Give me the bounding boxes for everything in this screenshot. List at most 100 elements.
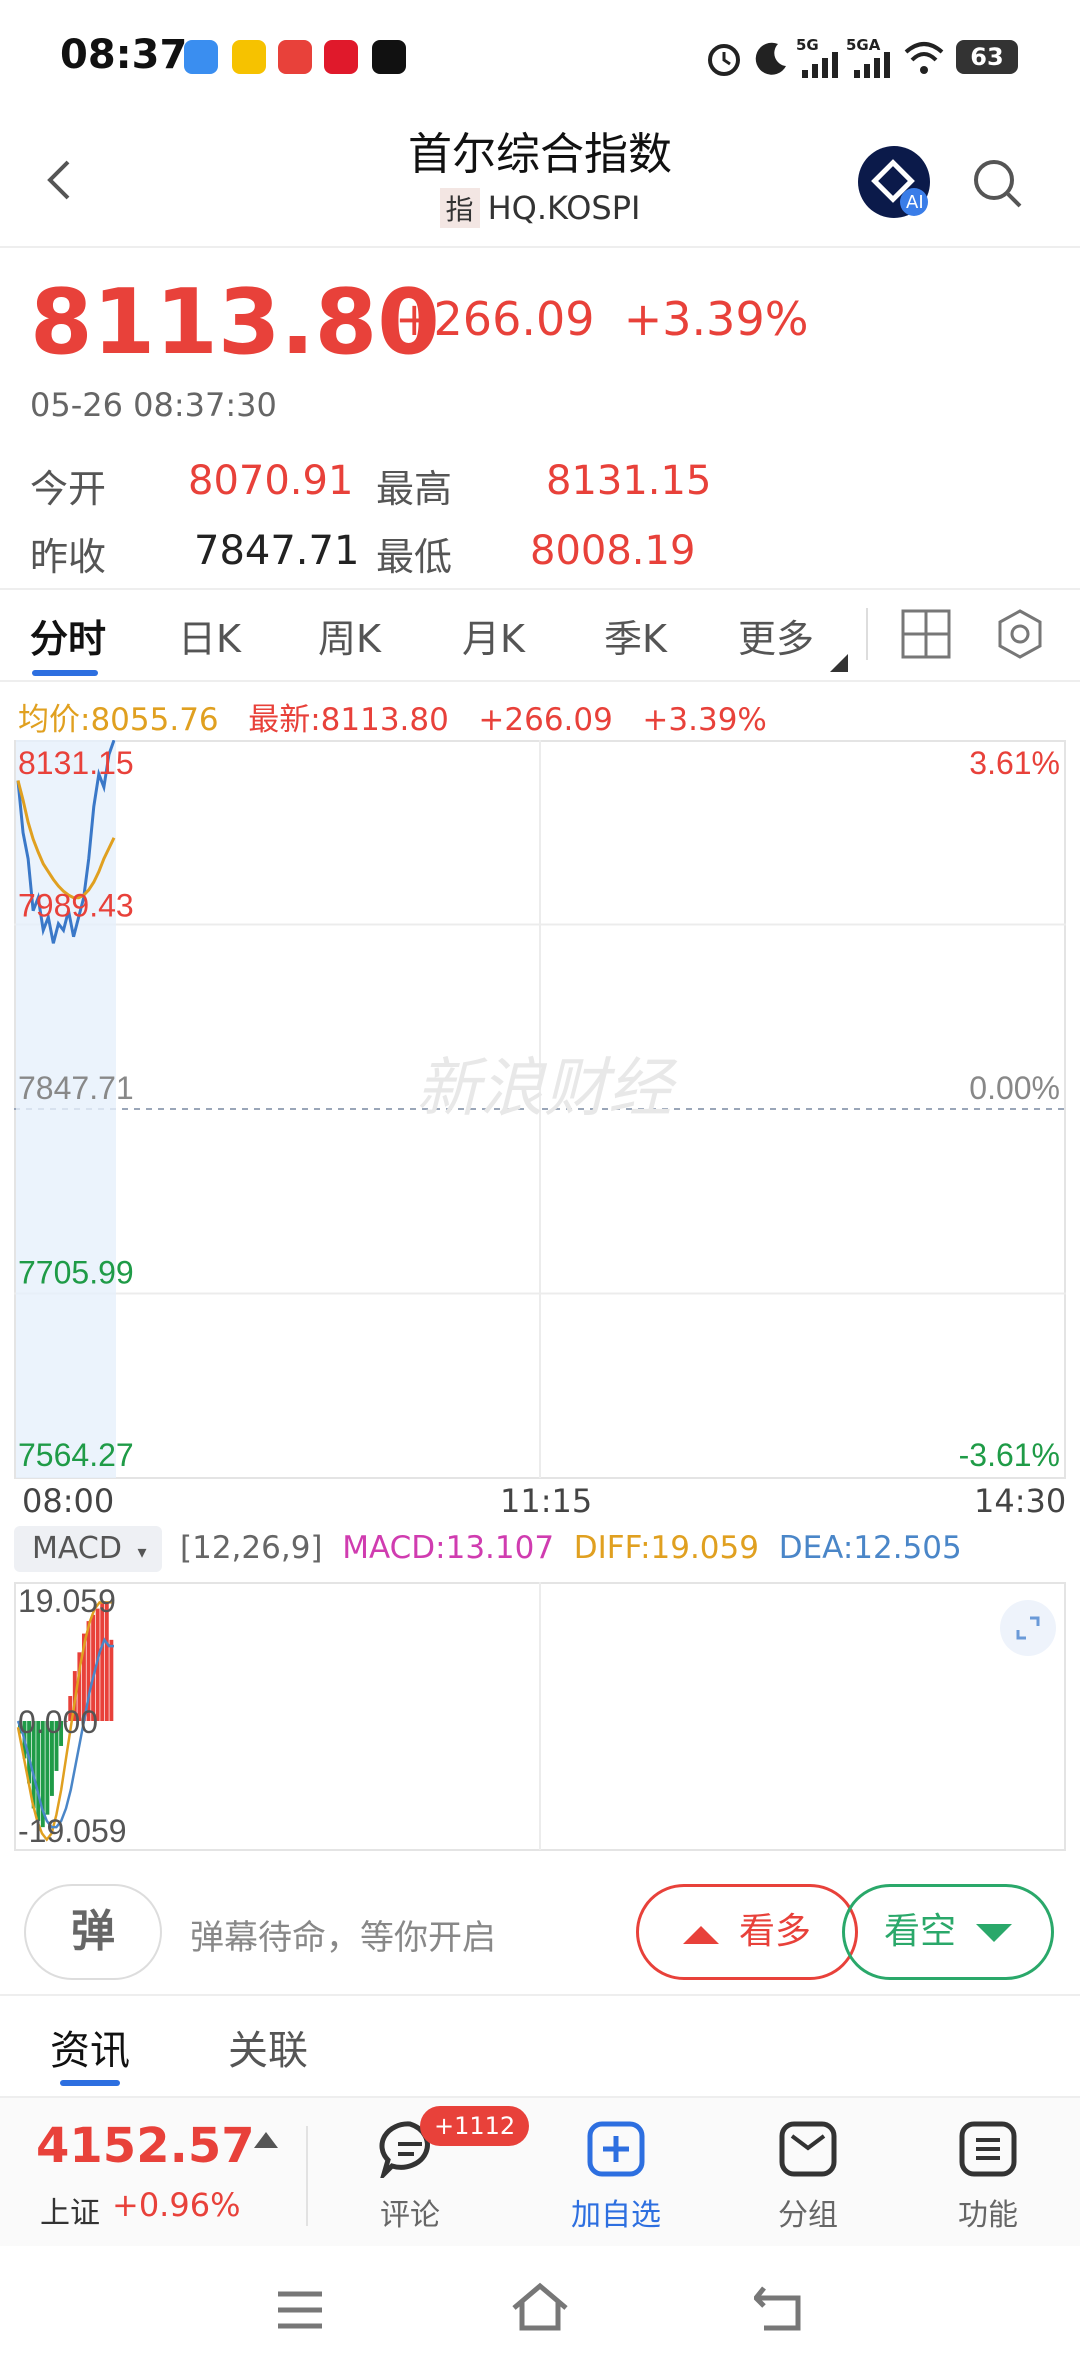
expand-button[interactable]	[1000, 1600, 1056, 1656]
open-value: 8070.91	[188, 458, 354, 504]
macd-bar	[104, 1602, 109, 1721]
low-value: 8008.19	[530, 528, 696, 574]
group-label: 分组	[778, 2198, 838, 2233]
danmaku-hint: 弹幕待命，等你开启	[190, 1918, 496, 1958]
macd-y-label: -19.059	[18, 1813, 127, 1849]
comment-label: 评论	[380, 2198, 440, 2233]
group-icon	[779, 2121, 837, 2177]
bullish-label: 看多	[738, 1911, 811, 1952]
dea-value: DEA:12.505	[778, 1530, 962, 1566]
bullish-button[interactable]: 看多	[636, 1884, 858, 1980]
nav-group[interactable]: 分组	[738, 2120, 878, 2234]
tabs-divider	[0, 680, 1080, 682]
functions-label: 功能	[958, 2198, 1018, 2233]
prev-close-value: 7847.71	[194, 528, 360, 574]
tab-related[interactable]: 关联	[228, 2018, 308, 2076]
app-eye-icon	[372, 40, 406, 74]
macd-bar	[100, 1602, 105, 1721]
price-change-value: +266.09	[395, 292, 595, 346]
x-label-start: 08:00	[22, 1482, 115, 1520]
x-label-mid: 11:15	[500, 1482, 593, 1520]
high-label: 最高	[376, 467, 453, 511]
menu-icon	[959, 2121, 1017, 2177]
comment-count-badge: +1112	[420, 2106, 530, 2146]
ai-assistant-button[interactable]: AI	[858, 146, 930, 218]
moon-icon	[755, 42, 786, 75]
macd-selector-label: MACD	[32, 1531, 122, 1566]
recent-apps-icon[interactable]	[276, 2290, 324, 2330]
battery-indicator: 63	[956, 40, 1018, 74]
symbol-code-text: HQ.KOSPI	[487, 189, 641, 227]
shanghai-index-change: +0.96%	[112, 2186, 241, 2224]
shanghai-index-name: 上证	[40, 2196, 100, 2231]
index-tag: 指	[439, 188, 480, 228]
y-axis-pct-label: -3.61%	[959, 1437, 1060, 1473]
tab-intraday[interactable]: 分时	[30, 608, 106, 663]
nav-add-watchlist[interactable]: 加自选	[546, 2120, 686, 2234]
chevron-down-icon: ▾	[137, 1542, 147, 1563]
low-label: 最低	[376, 535, 453, 579]
signal-icon-2	[854, 52, 890, 78]
quote-timestamp: 05-26 08:37:30	[30, 386, 277, 424]
macd-bar	[109, 1639, 114, 1721]
status-time: 08:37	[60, 32, 188, 78]
bearish-button[interactable]: 看空	[842, 1884, 1054, 1980]
macd-y-label: 19.059	[18, 1583, 116, 1619]
grid-layout-icon[interactable]	[900, 608, 952, 660]
prev-close-label: 昨收	[30, 535, 107, 579]
macd-selector[interactable]: MACD ▾	[14, 1526, 162, 1572]
macd-chart[interactable]: 19.059 0.000 -19.059	[14, 1582, 1066, 1852]
ai-badge-label: AI	[906, 192, 924, 213]
macd-value: MACD:13.107	[342, 1530, 555, 1566]
y-axis-label: 7705.99	[18, 1255, 134, 1291]
trading-session-highlight	[16, 740, 116, 1478]
y-axis-label: 7989.43	[18, 888, 134, 924]
tab-weekly-k[interactable]: 周K	[318, 608, 381, 663]
open-label: 今开	[30, 467, 107, 511]
y-axis-label: 8131.15	[18, 745, 134, 781]
tab-news[interactable]: 资讯	[50, 2018, 130, 2076]
nav-functions[interactable]: 功能	[918, 2120, 1058, 2234]
tab-active-underline	[32, 670, 98, 676]
wifi-icon	[904, 42, 944, 74]
intraday-chart[interactable]: 新浪财经 8131.15 7989.43 7847.71 7705.99 7564.27…	[14, 740, 1066, 1480]
shanghai-index-value[interactable]: 4152.57	[36, 2118, 255, 2174]
danmaku-toggle-button[interactable]: 弹	[24, 1884, 162, 1980]
tab-daily-k[interactable]: 日K	[178, 608, 241, 663]
y-axis-pct-label: 0.00%	[969, 1070, 1060, 1106]
search-icon[interactable]	[970, 156, 1026, 212]
back-nav-icon[interactable]	[754, 2284, 804, 2332]
danmaku-button-label: 弹	[71, 1906, 115, 1957]
app-red-icon	[324, 40, 358, 74]
settings-icon[interactable]	[994, 608, 1046, 660]
avg-price: 均价:8055.76	[18, 702, 219, 738]
latest-price: 最新:8113.80	[248, 702, 449, 738]
latest-change-pct: +3.39%	[642, 702, 767, 738]
watermark: 新浪财经	[416, 1052, 678, 1126]
alarm-icon	[708, 44, 740, 76]
price-change: +266.09 +3.39%	[395, 292, 808, 346]
tab-monthly-k[interactable]: 月K	[462, 608, 525, 663]
y-axis-label: 7564.27	[18, 1437, 134, 1473]
app-c-icon	[278, 40, 312, 74]
bearish-label: 看空	[883, 1911, 956, 1952]
app-notification-icon	[184, 40, 218, 74]
diff-value: DIFF:19.059	[573, 1530, 759, 1566]
current-price: 8113.80	[30, 270, 440, 375]
danmaku-divider	[0, 1994, 1080, 1996]
tab-more[interactable]: 更多	[738, 608, 814, 663]
x-label-end: 14:30	[974, 1482, 1067, 1520]
triangle-down-icon	[976, 1924, 1012, 1942]
weibo-icon	[232, 40, 266, 74]
more-triangle-icon	[830, 654, 848, 672]
chart-info-line: 均价:8055.76 最新:8113.80 +266.09 +3.39%	[18, 694, 767, 739]
home-icon[interactable]	[510, 2282, 570, 2332]
add-watchlist-icon	[587, 2121, 645, 2177]
macd-params: [12,26,9]	[180, 1530, 323, 1566]
y-axis-pct-label: 3.61%	[969, 745, 1060, 781]
news-tab-underline	[60, 2080, 120, 2086]
expand-up-icon[interactable]	[254, 2130, 278, 2148]
tab-quarterly-k[interactable]: 季K	[604, 608, 667, 663]
add-watchlist-label: 加自选	[571, 2198, 661, 2233]
expand-icon	[1016, 1616, 1040, 1640]
